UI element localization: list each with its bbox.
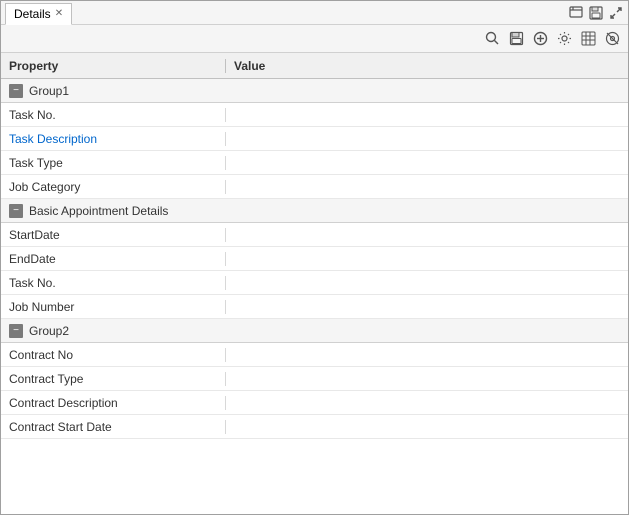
save-toolbar-icon[interactable] [506,29,526,49]
property-cell: Contract Type [1,372,226,386]
table-body[interactable]: − Group1 Task No. Task Description Task … [1,79,628,514]
title-bar: Details ✕ [1,1,628,25]
table-row[interactable]: Job Number [1,295,628,319]
table-row[interactable]: Contract Description [1,391,628,415]
maximize-window-icon[interactable] [608,5,624,21]
title-bar-right [568,5,624,21]
property-cell: Contract Description [1,396,226,410]
table-row[interactable]: StartDate [1,223,628,247]
table-row[interactable]: EndDate [1,247,628,271]
property-cell[interactable]: Task Description [1,132,226,146]
settings-toolbar-icon[interactable] [554,29,574,49]
table-row[interactable]: Task Type [1,151,628,175]
table-row[interactable]: Task No. [1,103,628,127]
table-row: − Group2 [1,319,628,343]
table-header: Property Value [1,53,628,79]
toolbar [1,25,628,53]
table-row[interactable]: Task Description [1,127,628,151]
value-column-header: Value [226,59,628,73]
table-row[interactable]: Task No. [1,271,628,295]
table-row[interactable]: Job Category [1,175,628,199]
table-container: Property Value − Group1 Task No. Task De… [1,53,628,514]
add-toolbar-icon[interactable] [530,29,550,49]
hide-toolbar-icon[interactable] [602,29,622,49]
details-tab[interactable]: Details ✕ [5,3,72,25]
property-cell: Task No. [1,108,226,122]
tab-label: Details [14,7,51,21]
group-collapse-icon[interactable]: − [9,204,23,218]
group-label: − Basic Appointment Details [1,204,628,218]
search-toolbar-icon[interactable] [482,29,502,49]
property-cell: Task Type [1,156,226,170]
group-label: − Group2 [1,324,628,338]
group-collapse-icon[interactable]: − [9,324,23,338]
property-cell: Task No. [1,276,226,290]
table-row[interactable]: Contract Start Date [1,415,628,439]
group-title: Group2 [29,324,69,338]
group-label: − Group1 [1,84,628,98]
group-title: Basic Appointment Details [29,204,168,218]
table-row: − Group1 [1,79,628,103]
group-title: Group1 [29,84,69,98]
edit-window-icon[interactable] [568,5,584,21]
property-cell: EndDate [1,252,226,266]
title-bar-left: Details ✕ [5,1,72,25]
property-cell: StartDate [1,228,226,242]
property-cell: Job Category [1,180,226,194]
group-collapse-icon[interactable]: − [9,84,23,98]
property-cell: Contract Start Date [1,420,226,434]
property-cell: Job Number [1,300,226,314]
table-row[interactable]: Contract Type [1,367,628,391]
main-window: Details ✕ [0,0,629,515]
property-cell: Contract No [1,348,226,362]
save-window-icon[interactable] [588,5,604,21]
table-row[interactable]: Contract No [1,343,628,367]
tab-close-icon[interactable]: ✕ [55,9,63,19]
table-row: − Basic Appointment Details [1,199,628,223]
export-toolbar-icon[interactable] [578,29,598,49]
property-column-header: Property [1,59,226,73]
